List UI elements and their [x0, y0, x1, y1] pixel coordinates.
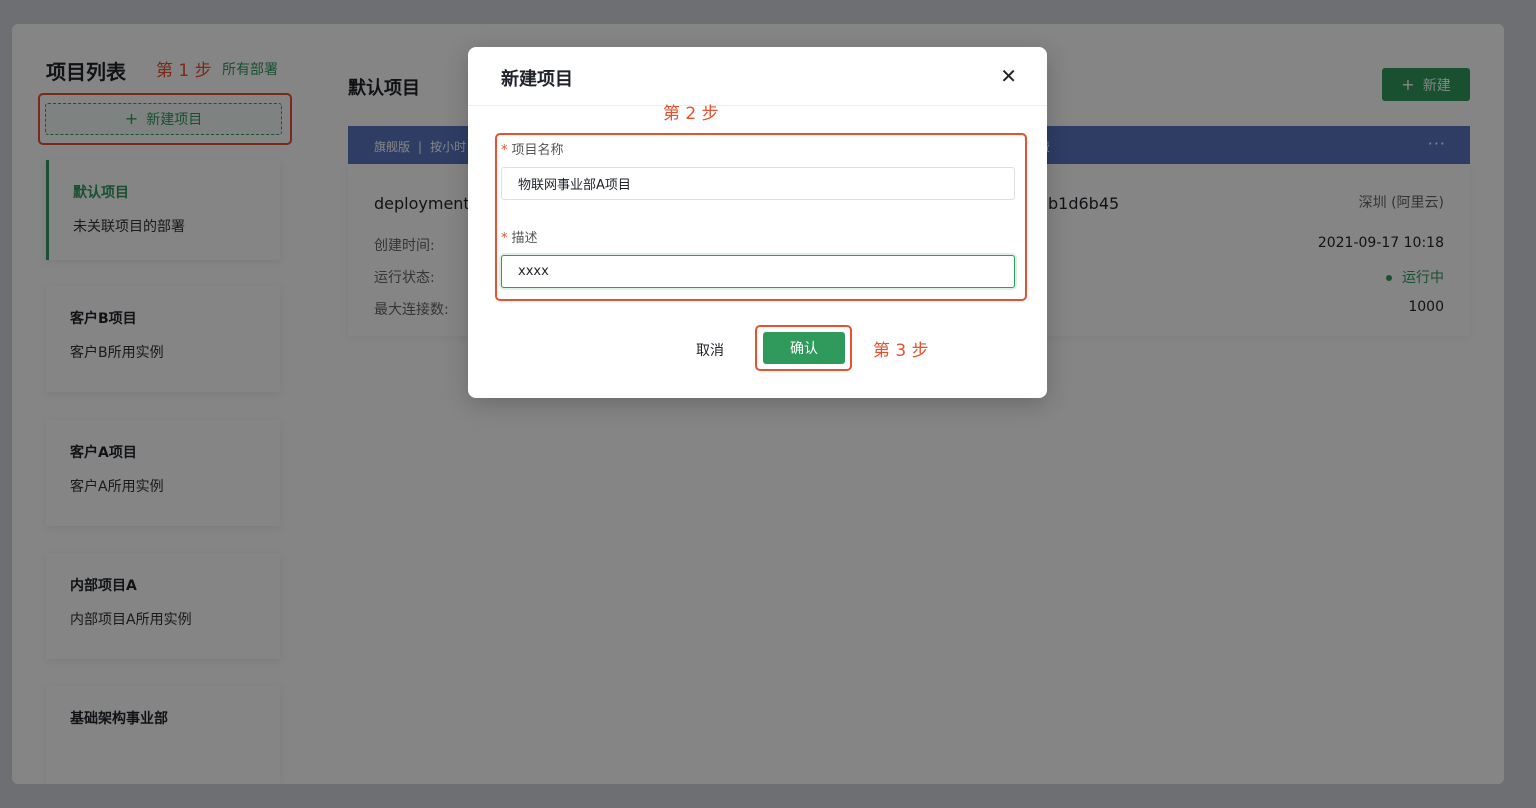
required-mark: * — [501, 143, 508, 158]
description-label-text: 描述 — [511, 231, 538, 246]
new-project-dialog: 新建项目 ✕ 第 2 步 * 项目名称 物联网事业部A项目 * 描述 xxxx 取消… — [468, 47, 1047, 398]
dialog-divider — [468, 105, 1047, 106]
project-name-label-text: 项目名称 — [511, 143, 564, 158]
confirm-button[interactable]: 确认 — [763, 332, 845, 364]
dialog-title: 新建项目 — [501, 69, 573, 90]
description-input[interactable]: xxxx — [501, 255, 1015, 288]
project-name-value: 物联网事业部A项目 — [518, 178, 631, 193]
close-icon[interactable]: ✕ — [1000, 64, 1017, 88]
required-mark: * — [501, 231, 508, 246]
cancel-button[interactable]: 取消 — [696, 340, 724, 360]
step2-annotation: 第 2 步 — [663, 104, 719, 124]
description-label: * 描述 — [501, 227, 538, 246]
project-name-label: * 项目名称 — [501, 139, 564, 158]
description-value: xxxx — [518, 264, 549, 279]
project-name-input[interactable]: 物联网事业部A项目 — [501, 167, 1015, 200]
step3-annotation: 第 3 步 — [873, 341, 929, 361]
